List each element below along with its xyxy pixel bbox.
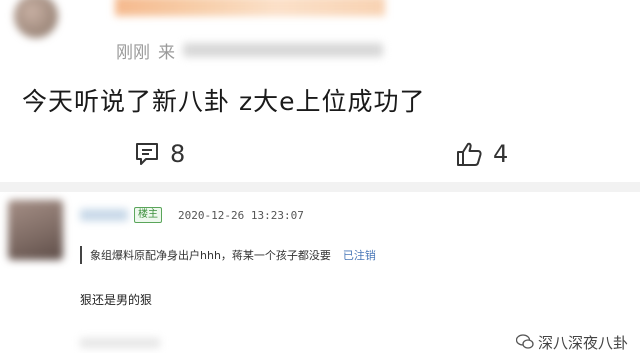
quoted-comment: 象组爆料原配净身出户hhh，蒋某一个孩子都没要 已注销: [80, 246, 376, 264]
comment-count: 8: [170, 140, 186, 168]
commenter-name-redacted[interactable]: [80, 209, 128, 221]
quoted-comment-text: 象组爆料原配净身出户hhh，蒋某一个孩子都没要: [90, 249, 331, 262]
post-meta: 刚刚 来: [116, 38, 383, 63]
comment-button[interactable]: 8: [134, 140, 185, 168]
section-divider: [0, 182, 640, 192]
comment-footer-redacted: [80, 338, 160, 348]
watermark-text: 深八深夜八卦: [537, 333, 628, 352]
comment-datetime: 2020-12-26 13:23:07: [178, 208, 304, 222]
deleted-account-link[interactable]: 已注销: [343, 247, 376, 263]
post-source-redacted: [183, 43, 383, 57]
post-author-avatar[interactable]: [14, 0, 58, 38]
post-body: 今天听说了新八卦 z大e上位成功了: [22, 87, 426, 116]
post-source-label: 来: [158, 42, 175, 63]
op-badge: 楼主: [134, 207, 162, 223]
comment-reply-text: 狠还是男的狠: [80, 293, 153, 307]
post-header-strip: [115, 0, 385, 16]
comment-icon: [136, 143, 158, 165]
watermark: 深八深夜八卦: [515, 333, 628, 352]
like-button[interactable]: 4: [455, 140, 508, 168]
thumbs-up-icon: [457, 142, 482, 166]
wechat-icon: [515, 334, 534, 349]
like-count: 4: [493, 140, 509, 168]
post-time: 刚刚: [116, 42, 150, 63]
comment-header: 楼主 2020-12-26 13:23:07: [80, 206, 304, 224]
commenter-avatar[interactable]: [8, 200, 63, 260]
